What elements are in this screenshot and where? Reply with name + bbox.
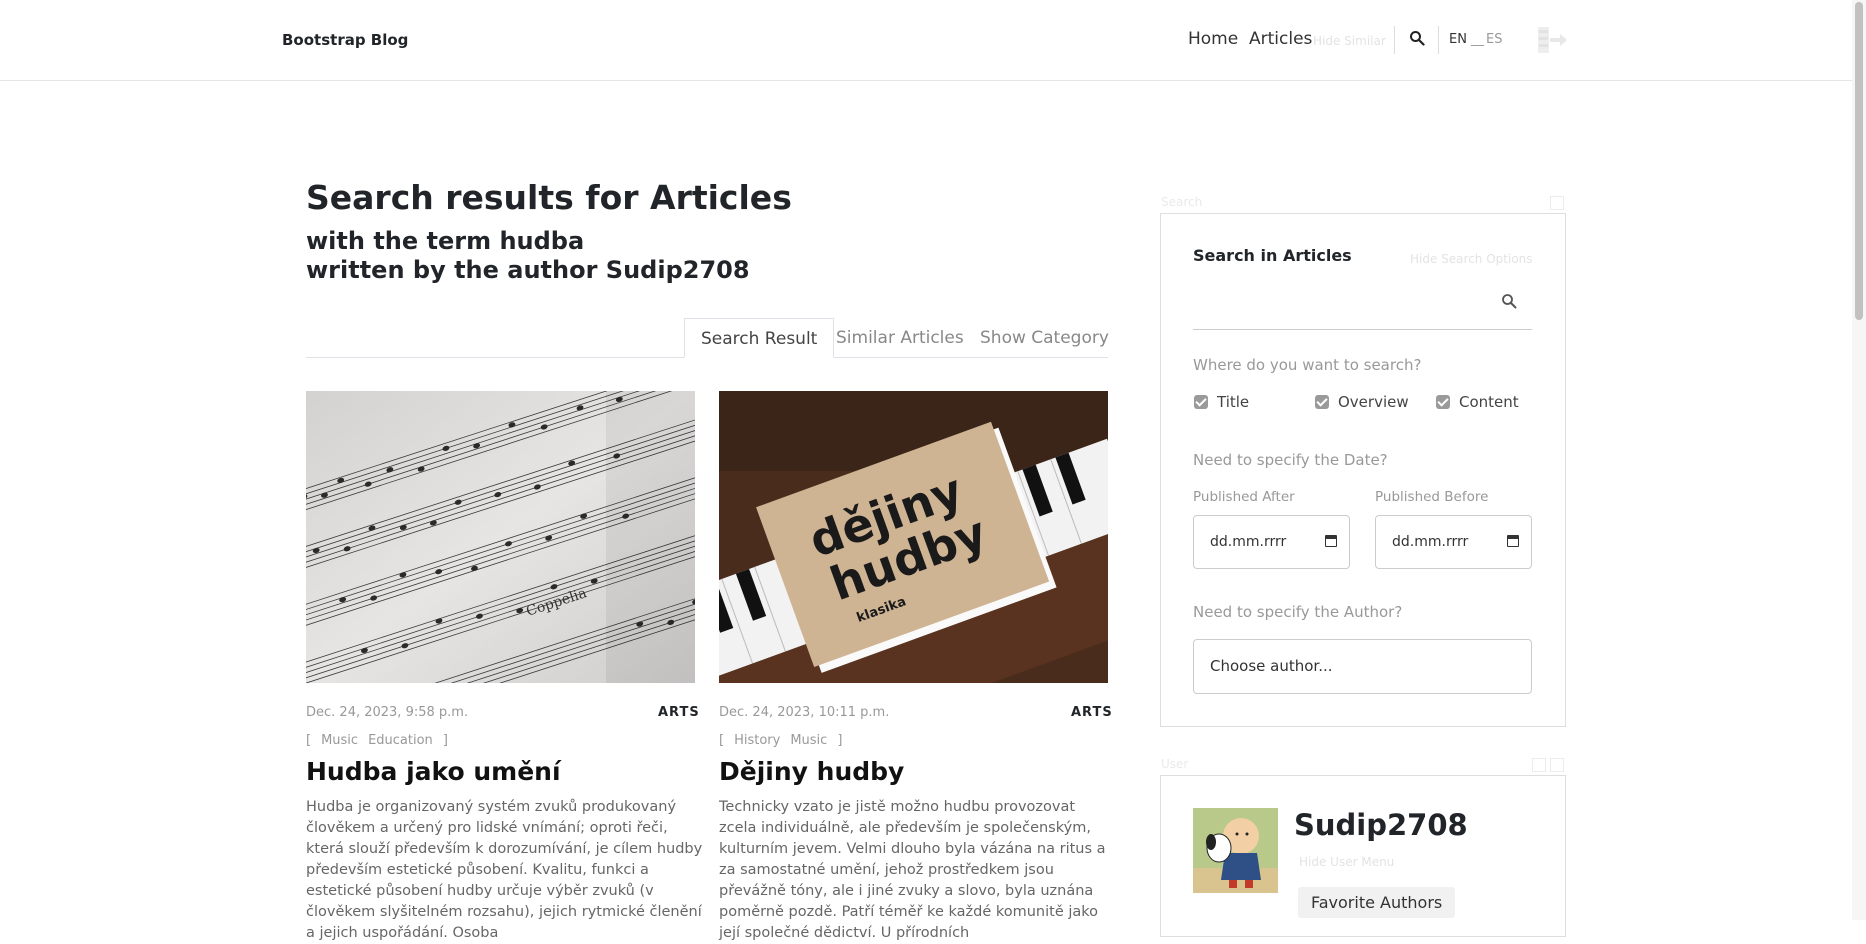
search-panel-caption: Search (1161, 195, 1203, 209)
search-icon[interactable] (1501, 293, 1517, 309)
published-after-input[interactable]: dd.mm.rrrr (1193, 515, 1350, 569)
collapse-icon[interactable] (1532, 758, 1546, 772)
article-image-sheet-music[interactable]: Coppelia (306, 391, 695, 683)
tab-search-result[interactable]: Search Result (684, 318, 835, 358)
search-panel-title: Search in Articles (1193, 246, 1352, 265)
search-icon[interactable] (1409, 30, 1425, 46)
tag-bracket-open: [ (306, 733, 312, 748)
nav-articles-link[interactable]: Articles (1249, 29, 1312, 49)
collapse-icon[interactable] (1550, 196, 1564, 210)
avatar[interactable] (1193, 808, 1278, 893)
lang-es-link[interactable]: ES (1486, 32, 1502, 47)
date-placeholder: dd.mm.rrrr (1210, 534, 1287, 550)
calendar-icon[interactable] (1507, 535, 1519, 547)
logout-icon[interactable] (1536, 24, 1568, 56)
page-title: Search results for Articles (306, 178, 792, 217)
article-category[interactable]: ARTS (1071, 705, 1113, 720)
checkbox-overview[interactable]: Overview (1315, 393, 1409, 411)
tag-bracket-close: ] (442, 733, 448, 748)
date-question: Need to specify the Date? (1193, 451, 1388, 469)
brand-logo[interactable]: Bootstrap Blog (282, 31, 408, 49)
username[interactable]: Sudip2708 (1294, 808, 1468, 842)
scrollbar-thumb[interactable] (1855, 2, 1863, 320)
date-placeholder: dd.mm.rrrr (1392, 534, 1469, 550)
tab-show-category[interactable]: Show Category (964, 318, 1125, 358)
article-title[interactable]: Dějiny hudby (719, 757, 904, 786)
checkbox-checked-icon[interactable] (1436, 395, 1450, 409)
hide-search-options-toggle[interactable]: Hide Search Options (1410, 252, 1533, 266)
article-title[interactable]: Hudba jako umění (306, 757, 561, 786)
checkbox-label: Title (1217, 393, 1250, 411)
checkbox-label: Overview (1338, 393, 1409, 411)
tag-bracket-open: [ (719, 733, 725, 748)
author-select[interactable]: Choose author... (1193, 639, 1532, 694)
published-before-input[interactable]: dd.mm.rrrr (1375, 515, 1532, 569)
hide-similar-toggle[interactable]: Hide Similar (1313, 34, 1386, 48)
article-tags: [ History Music] (719, 733, 852, 748)
where-question: Where do you want to search? (1193, 356, 1422, 374)
article-date: Dec. 24, 2023, 10:11 p.m. (719, 705, 890, 720)
article-overview: Technicky vzato je jistě možno hudbu pro… (719, 799, 1106, 941)
article-image-book-piano[interactable]: dějiny hudby klasika (719, 391, 1108, 683)
page-scrollbar[interactable] (1852, 0, 1866, 920)
tag-music[interactable]: Music (790, 733, 827, 748)
checkbox-checked-icon[interactable] (1315, 395, 1329, 409)
collapse-icon[interactable] (1550, 758, 1564, 772)
author-heading: written by the author Sudip2708 (306, 256, 750, 284)
article-tags: [ Music Education] (306, 733, 458, 748)
tag-education[interactable]: Education (368, 733, 433, 748)
favorite-authors-button[interactable]: Favorite Authors (1298, 887, 1456, 918)
nav-divider (1438, 26, 1439, 54)
search-input[interactable] (1193, 282, 1532, 330)
checkbox-checked-icon[interactable] (1194, 395, 1208, 409)
user-panel-caption: User (1161, 757, 1189, 771)
checkbox-content[interactable]: Content (1436, 393, 1519, 411)
checkbox-label: Content (1459, 393, 1519, 411)
nav-home-link[interactable]: Home (1188, 29, 1238, 49)
tag-history[interactable]: History (734, 733, 780, 748)
tag-bracket-close: ] (837, 733, 843, 748)
checkbox-title[interactable]: Title (1194, 393, 1249, 411)
hide-user-menu-toggle[interactable]: Hide User Menu (1299, 855, 1394, 869)
article-category[interactable]: ARTS (658, 705, 700, 720)
lang-en-link[interactable]: EN (1449, 32, 1467, 47)
tab-similar-articles[interactable]: Similar Articles (820, 318, 980, 358)
tag-music[interactable]: Music (321, 733, 358, 748)
nav-divider (1394, 26, 1395, 54)
author-question: Need to specify the Author? (1193, 603, 1403, 621)
published-before-label: Published Before (1375, 489, 1489, 505)
published-after-label: Published After (1193, 489, 1295, 505)
search-term-heading: with the term hudba (306, 227, 585, 255)
article-overview: Hudba je organizovaný systém zvuků produ… (306, 799, 703, 941)
lang-separator: __ (1471, 32, 1484, 47)
article-date: Dec. 24, 2023, 9:58 p.m. (306, 705, 469, 720)
top-navbar: Bootstrap Blog Home Articles Hide Simila… (0, 0, 1852, 81)
calendar-icon[interactable] (1325, 535, 1337, 547)
